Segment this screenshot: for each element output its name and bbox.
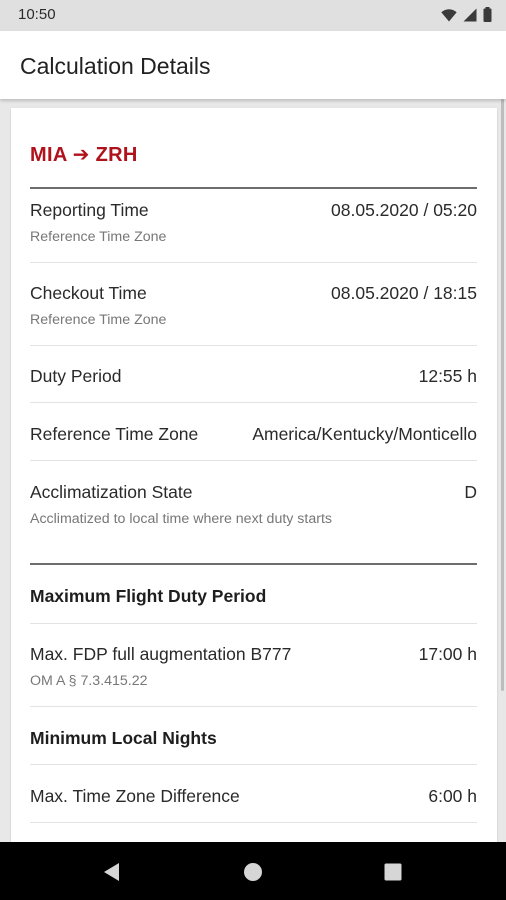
wifi-icon: [441, 8, 457, 27]
reporting-time-value: 08.05.2020 / 05:20: [331, 200, 477, 220]
max-fdp-value: 17:00 h: [418, 644, 477, 664]
home-icon[interactable]: [241, 860, 265, 884]
duty-period-value: 12:55 h: [418, 366, 477, 386]
acclimatization-state-value: D: [464, 482, 477, 502]
status-bar: 10:50: [0, 0, 506, 31]
divider: [30, 822, 477, 823]
acclimatization-state-label: Acclimatization State: [30, 482, 193, 502]
checkout-time-label: Checkout Time: [30, 283, 147, 303]
status-icons: [441, 7, 492, 27]
app-bar: Calculation Details: [0, 31, 506, 99]
max-time-zone-difference-value: 6:00 h: [428, 786, 477, 806]
section-header-max-fdp: Maximum Flight Duty Period: [30, 586, 267, 606]
calculation-card: MIA ➔ ZRH Reporting Time 08.05.2020 / 05…: [11, 108, 497, 842]
section-divider: [30, 563, 477, 565]
status-time: 10:50: [18, 6, 56, 23]
divider: [30, 764, 477, 765]
reference-time-zone-label: Reference Time Zone: [30, 424, 199, 444]
duty-period-label: Duty Period: [30, 366, 122, 386]
divider: [30, 187, 477, 189]
divider: [30, 262, 477, 263]
signal-icon: [463, 8, 477, 27]
scrollbar[interactable]: [501, 99, 504, 691]
divider: [30, 623, 477, 624]
navigation-bar: [0, 842, 506, 900]
divider: [30, 460, 477, 461]
max-fdp-sub: OM A § 7.3.415.22: [30, 673, 148, 689]
checkout-time-sub: Reference Time Zone: [30, 312, 167, 328]
reporting-time-sub: Reference Time Zone: [30, 229, 167, 245]
max-fdp-label: Max. FDP full augmentation B777: [30, 644, 292, 664]
acclimatization-state-sub: Acclimatized to local time where next du…: [30, 511, 332, 527]
section-header-min-local-nights: Minimum Local Nights: [30, 728, 217, 748]
route-title: MIA ➔ ZRH: [30, 144, 138, 166]
reporting-time-label: Reporting Time: [30, 200, 149, 220]
reference-time-zone-value: America/Kentucky/Monticello: [252, 424, 477, 444]
divider: [30, 706, 477, 707]
recents-icon[interactable]: [381, 860, 405, 884]
back-icon[interactable]: [100, 860, 124, 884]
page-title: Calculation Details: [20, 53, 211, 79]
divider: [30, 345, 477, 346]
checkout-time-value: 08.05.2020 / 18:15: [331, 283, 477, 303]
content-scroll-area[interactable]: MIA ➔ ZRH Reporting Time 08.05.2020 / 05…: [0, 99, 506, 842]
max-time-zone-difference-label: Max. Time Zone Difference: [30, 786, 240, 806]
divider: [30, 402, 477, 403]
battery-icon: [483, 7, 492, 27]
